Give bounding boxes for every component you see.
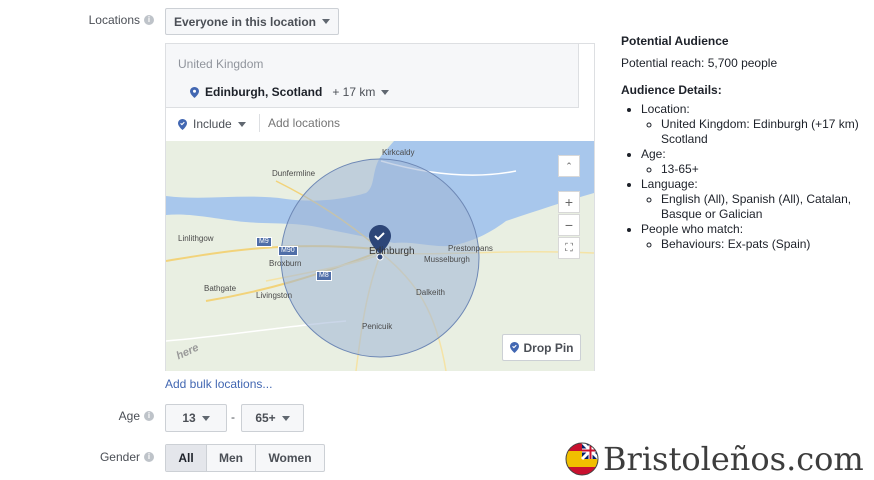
chevron-down-icon [201,415,210,421]
zoom-out-button[interactable]: − [558,214,580,236]
age-label: Age i [119,409,154,423]
road-badge: M8 [316,271,332,281]
list-item: English (All), Spanish (All), Catalan, B… [661,192,871,222]
chevron-down-icon[interactable] [381,89,390,95]
map-place: Bathgate [204,284,237,293]
road-badge: M9 [256,237,272,247]
gender-label: Gender i [100,450,154,464]
country-label: United Kingdom [178,57,264,71]
collapse-map-button[interactable]: ⌃ [558,155,580,177]
divider [259,114,260,132]
gender-all-button[interactable]: All [166,445,207,471]
chevron-down-icon [237,121,246,127]
brand-logo: Bristoleños.com [565,440,864,478]
age-min-dropdown[interactable]: 13 [165,404,227,432]
map-place: Kirkcaldy [382,148,415,157]
info-icon[interactable]: i [144,411,154,421]
location-pin-icon [509,342,519,353]
map-place: Dunfermline [272,169,316,178]
list-item: Behaviours: Ex-pats (Spain) [661,237,871,252]
map[interactable]: Kirkcaldy Dunfermline Linlithgow Broxbur… [166,141,594,371]
map-place: Livingston [256,291,293,300]
audience-details-list: Location: United Kingdom: Edinburgh (+17… [621,102,871,252]
map-place: Musselburgh [424,255,470,264]
locations-label: Locations i [89,13,154,27]
map-place: Broxburn [269,259,302,268]
chevron-down-icon [281,415,290,421]
info-icon[interactable]: i [144,452,154,462]
map-place: Penicuik [362,322,393,331]
add-locations-input[interactable] [266,114,566,132]
fit-bounds-icon[interactable]: ⛶ [558,237,580,259]
list-item: Location: United Kingdom: Edinburgh (+17… [641,102,871,147]
gender-selector: All Men Women [165,444,325,472]
gender-women-button[interactable]: Women [256,445,324,471]
list-item: United Kingdom: Edinburgh (+17 km) Scotl… [661,117,871,147]
info-icon[interactable]: i [144,15,154,25]
gender-men-button[interactable]: Men [207,445,256,471]
potential-audience-title: Potential Audience [621,34,729,48]
map-place: Edinburgh [369,246,415,257]
chevron-down-icon [322,19,331,24]
drop-pin-button[interactable]: Drop Pin [502,334,581,361]
add-bulk-locations-link[interactable]: Add bulk locations... [165,377,272,391]
flag-badge-icon [565,442,599,476]
zoom-in-button[interactable]: + [558,191,580,213]
age-separator: - [231,410,235,424]
location-pin-icon [190,86,199,98]
location-pin-icon [178,118,187,130]
audience-panel: Potential Audience Potential reach: 5,70… [621,34,871,252]
list-item: 13-65+ [661,162,871,177]
brand-text: Bristoleños.com [603,440,864,478]
location-mode-dropdown[interactable]: Everyone in this location [165,8,339,35]
list-item: People who match: Behaviours: Ex-pats (S… [641,222,871,252]
audience-details-title: Audience Details: [621,83,722,97]
list-item: Language: English (All), Spanish (All), … [641,177,871,222]
include-dropdown[interactable]: Include [178,117,246,131]
location-box: United Kingdom Edinburgh, Scotland + 17 … [165,43,595,371]
radius-value[interactable]: + 17 km [332,85,375,99]
list-item: Age: 13-65+ [641,147,871,177]
road-badge: M90 [278,246,298,256]
selected-locations-list: United Kingdom Edinburgh, Scotland + 17 … [166,44,579,108]
map-place: Dalkeith [416,288,445,297]
potential-reach: Potential reach: 5,700 people [621,56,778,70]
map-place: Linlithgow [178,234,214,243]
selected-location[interactable]: Edinburgh, Scotland + 17 km [190,85,390,99]
age-max-dropdown[interactable]: 65+ [241,404,304,432]
selected-location-name: Edinburgh, Scotland [205,85,323,99]
map-place: Prestonpans [448,244,493,253]
